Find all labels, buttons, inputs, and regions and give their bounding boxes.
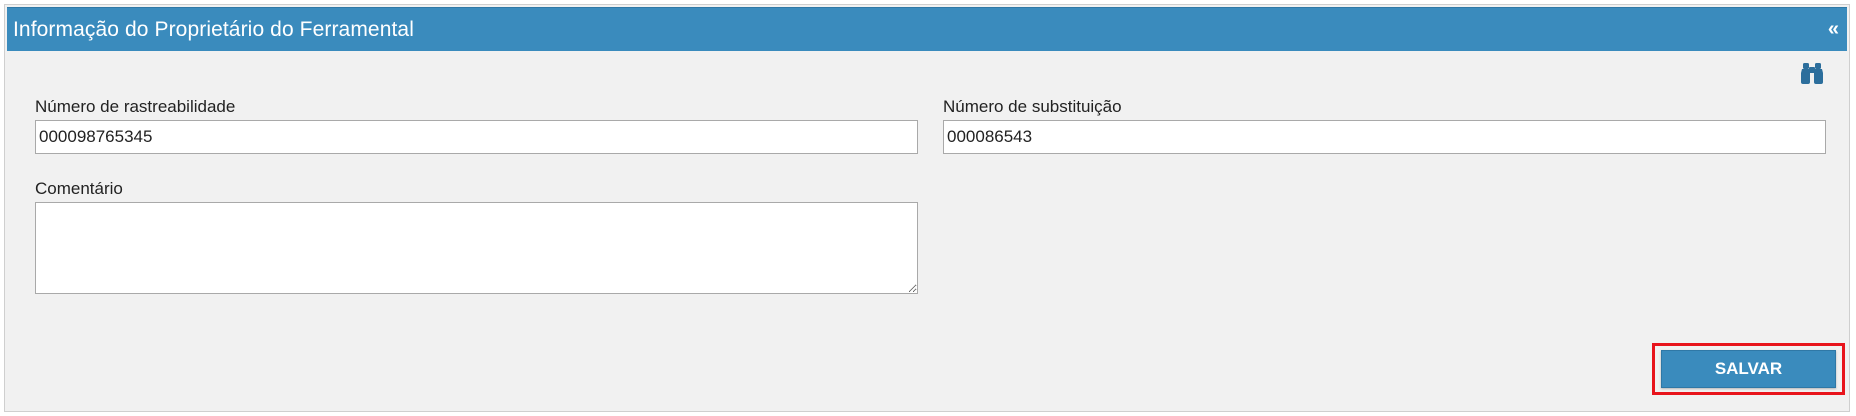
traceability-label: Número de rastreabilidade	[35, 97, 236, 116]
comment-textarea[interactable]	[35, 202, 918, 294]
collapse-icon[interactable]: «	[1828, 17, 1839, 41]
traceability-number-input[interactable]	[35, 120, 918, 154]
binoculars-icon[interactable]	[1799, 62, 1825, 84]
panel-title: Informação do Proprietário do Ferramenta…	[13, 17, 414, 41]
substitution-label: Número de substituição	[943, 97, 1122, 116]
panel-header: Informação do Proprietário do Ferramenta…	[7, 7, 1847, 51]
save-button[interactable]: SALVAR	[1661, 350, 1836, 388]
comment-label: Comentário	[35, 179, 123, 198]
substitution-number-input[interactable]	[943, 120, 1826, 154]
